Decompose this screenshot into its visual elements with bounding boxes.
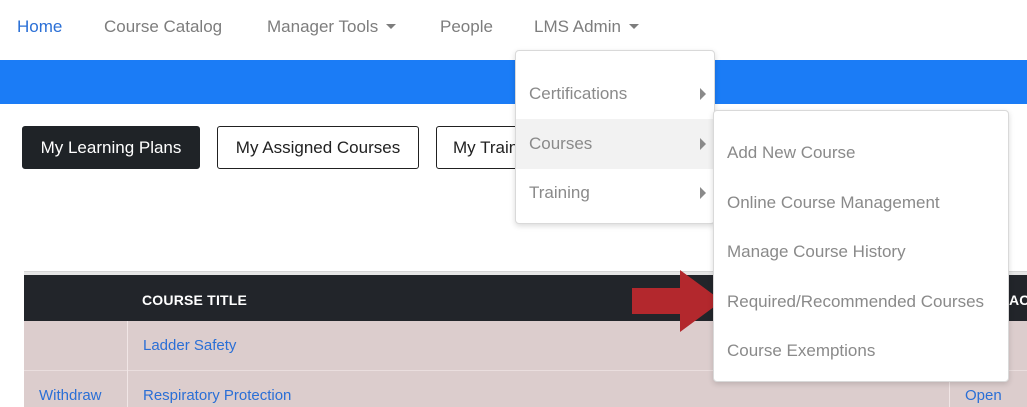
nav-home[interactable]: Home — [17, 17, 62, 37]
menu-item-certifications[interactable]: Certifications — [516, 69, 714, 119]
nav-course-catalog-label: Course Catalog — [104, 17, 223, 36]
nav-lms-admin[interactable]: LMS Admin — [534, 17, 639, 37]
submenu-add-new-course-label: Add New Course — [727, 143, 856, 162]
menu-item-certifications-label: Certifications — [529, 84, 628, 103]
submenu-required-recommended-courses-label: Required/Recommended Courses — [727, 292, 985, 311]
column-header-right: ACH/ — [1009, 292, 1027, 308]
submenu-course-exemptions[interactable]: Course Exemptions — [714, 326, 1008, 376]
my-learning-plans-button[interactable]: My Learning Plans — [22, 126, 200, 169]
table-cell-action — [24, 321, 128, 371]
menu-item-courses[interactable]: Courses — [516, 119, 714, 169]
submenu-add-new-course[interactable]: Add New Course — [714, 128, 1008, 178]
nav-people-label: People — [440, 17, 493, 36]
menu-item-courses-label: Courses — [529, 134, 593, 153]
submenu-online-course-management-label: Online Course Management — [727, 193, 940, 212]
course-title-link[interactable]: Respiratory Protection — [143, 387, 291, 404]
withdraw-link[interactable]: Withdraw — [39, 387, 102, 404]
top-navigation: Home Course Catalog Manager Tools People… — [0, 0, 1027, 56]
nav-home-label: Home — [17, 17, 63, 36]
my-assigned-courses-label: My Assigned Courses — [235, 138, 401, 157]
menu-item-training-label: Training — [529, 183, 590, 202]
nav-people[interactable]: People — [440, 17, 493, 37]
submenu-course-exemptions-label: Course Exemptions — [727, 341, 876, 360]
caret-down-icon — [386, 24, 397, 30]
my-assigned-courses-button[interactable]: My Assigned Courses — [217, 126, 419, 169]
chevron-right-icon — [700, 187, 706, 199]
caret-down-icon — [628, 24, 639, 30]
nav-manager-tools-label: Manager Tools — [267, 17, 379, 36]
open-link[interactable]: Open — [965, 387, 1002, 404]
nav-manager-tools[interactable]: Manager Tools — [267, 17, 397, 37]
chevron-right-icon — [700, 88, 706, 100]
course-title-link[interactable]: Ladder Safety — [143, 337, 236, 354]
nav-lms-admin-label: LMS Admin — [534, 17, 621, 36]
menu-item-training[interactable]: Training — [516, 168, 714, 218]
submenu-manage-course-history-label: Manage Course History — [727, 242, 906, 261]
column-header-course-title: COURSE TITLE — [142, 292, 248, 308]
my-learning-plans-label: My Learning Plans — [40, 138, 182, 157]
red-arrow-icon — [632, 270, 722, 332]
nav-course-catalog[interactable]: Course Catalog — [104, 17, 222, 37]
courses-submenu: Add New Course Online Course Management … — [713, 110, 1009, 382]
page-banner — [0, 60, 1027, 104]
lms-admin-dropdown: Certifications Courses Training — [515, 50, 715, 224]
chevron-right-icon — [700, 138, 706, 150]
submenu-online-course-management[interactable]: Online Course Management — [714, 178, 1008, 228]
submenu-required-recommended-courses[interactable]: Required/Recommended Courses — [714, 277, 1008, 327]
submenu-manage-course-history[interactable]: Manage Course History — [714, 227, 1008, 277]
